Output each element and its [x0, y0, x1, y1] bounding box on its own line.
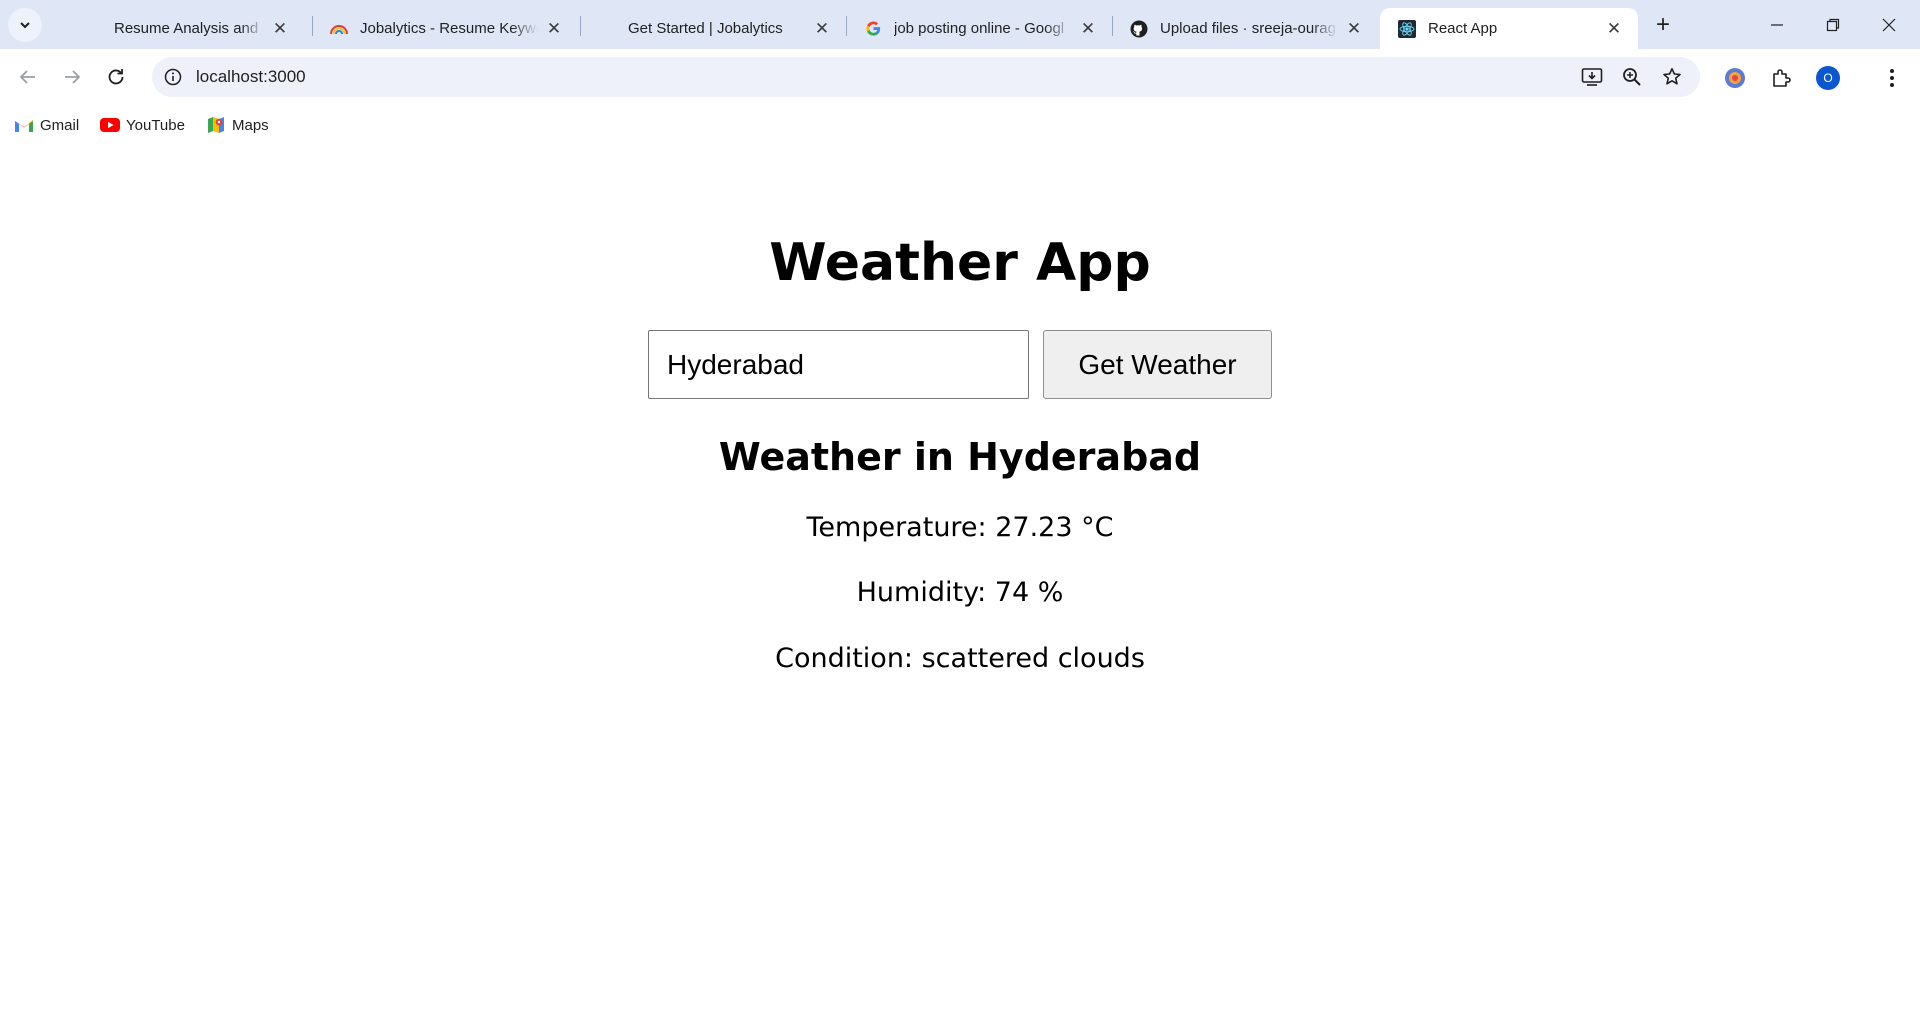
tab-jobalytics-get-started[interactable]: Get Started | Jobalytics ✕	[580, 8, 846, 49]
site-info-icon[interactable]	[162, 66, 184, 88]
browser-menu-button[interactable]	[1877, 63, 1907, 93]
condition-text: Condition: scattered clouds	[775, 643, 1145, 674]
close-icon[interactable]: ✕	[544, 19, 564, 39]
reload-icon	[108, 69, 124, 85]
new-tab-button[interactable]: +	[1648, 10, 1678, 40]
reload-button[interactable]	[98, 59, 134, 95]
bookmark-label: Gmail	[40, 116, 80, 134]
install-app-icon[interactable]	[1578, 63, 1606, 91]
gmail-icon	[14, 117, 34, 133]
humidity-text: Humidity: 74 %	[856, 577, 1064, 608]
tab-title: Jobalytics - Resume Keywo	[360, 20, 538, 37]
more-vert-icon	[1890, 69, 1894, 87]
zoom-icon[interactable]	[1618, 63, 1646, 91]
extensions-puzzle-icon[interactable]	[1766, 63, 1796, 93]
forward-button[interactable]	[54, 59, 90, 95]
restore-button[interactable]	[1806, 0, 1860, 49]
page-title: Weather App	[769, 233, 1151, 293]
extension-color-icon[interactable]	[1720, 63, 1750, 93]
profile-button[interactable]: O	[1813, 63, 1843, 93]
bookmarks-bar: Gmail YouTube Maps	[0, 105, 1920, 145]
tab-title: Upload files · sreeja-ourag	[1160, 20, 1336, 37]
close-icon[interactable]: ✕	[812, 19, 832, 39]
maps-icon	[206, 117, 226, 133]
temperature-text: Temperature: 27.23 °C	[806, 512, 1114, 543]
tab-search-button[interactable]	[8, 8, 42, 42]
tab-title: job posting online - Googl	[894, 20, 1065, 37]
tab-title: React App	[1428, 20, 1498, 37]
bookmark-label: YouTube	[126, 116, 185, 134]
youtube-icon	[100, 117, 120, 133]
back-button[interactable]	[10, 59, 46, 95]
tab-title: Resume Analysis and Job S	[114, 20, 264, 37]
back-arrow-icon	[19, 70, 35, 84]
tab-github-upload[interactable]: Upload files · sreeja-ourag ✕	[1112, 8, 1378, 49]
browser-toolbar: localhost:3000 O	[0, 49, 1920, 105]
restore-icon	[1826, 18, 1840, 31]
close-icon[interactable]: ✕	[1344, 19, 1364, 39]
forward-arrow-icon	[65, 70, 81, 84]
blank-favicon-icon	[84, 20, 102, 38]
close-icon[interactable]: ✕	[1078, 19, 1098, 39]
address-bar[interactable]: localhost:3000	[152, 57, 1700, 97]
close-icon[interactable]: ✕	[270, 19, 290, 39]
bookmark-star-icon[interactable]	[1658, 63, 1686, 91]
tab-react-app[interactable]: React App ✕	[1380, 8, 1638, 49]
address-text[interactable]: localhost:3000	[196, 67, 306, 87]
tab-resume-analysis[interactable]: Resume Analysis and Job S ✕	[66, 8, 304, 49]
minimize-button[interactable]	[1750, 0, 1804, 49]
github-icon	[1130, 20, 1148, 38]
close-window-button[interactable]	[1862, 0, 1916, 49]
weather-app-page: Weather App Get Weather Weather in Hyder…	[0, 145, 1920, 1020]
bookmark-maps[interactable]: Maps	[206, 114, 269, 136]
minimize-icon	[1771, 23, 1783, 26]
weather-result-title: Weather in Hyderabad	[718, 435, 1202, 479]
bookmark-youtube[interactable]: YouTube	[100, 114, 185, 136]
get-weather-button[interactable]: Get Weather	[1043, 330, 1272, 399]
tab-google-search[interactable]: job posting online - Googl ✕	[846, 8, 1112, 49]
blank-favicon-icon	[598, 20, 616, 38]
avatar: O	[1816, 66, 1840, 90]
rainbow-icon	[330, 20, 348, 38]
tab-strip: Resume Analysis and Job S ✕ Jobalytics -…	[0, 0, 1920, 49]
google-icon	[864, 20, 882, 38]
tab-jobalytics-keywords[interactable]: Jobalytics - Resume Keywo ✕	[312, 8, 578, 49]
react-icon	[1398, 19, 1416, 38]
bookmark-gmail[interactable]: Gmail	[14, 114, 79, 136]
close-icon[interactable]: ✕	[1604, 19, 1624, 39]
city-input[interactable]	[648, 330, 1029, 399]
tab-title: Get Started | Jobalytics	[628, 20, 783, 37]
bookmark-label: Maps	[232, 116, 269, 134]
chevron-down-icon	[20, 22, 30, 29]
close-window-icon	[1882, 18, 1896, 31]
